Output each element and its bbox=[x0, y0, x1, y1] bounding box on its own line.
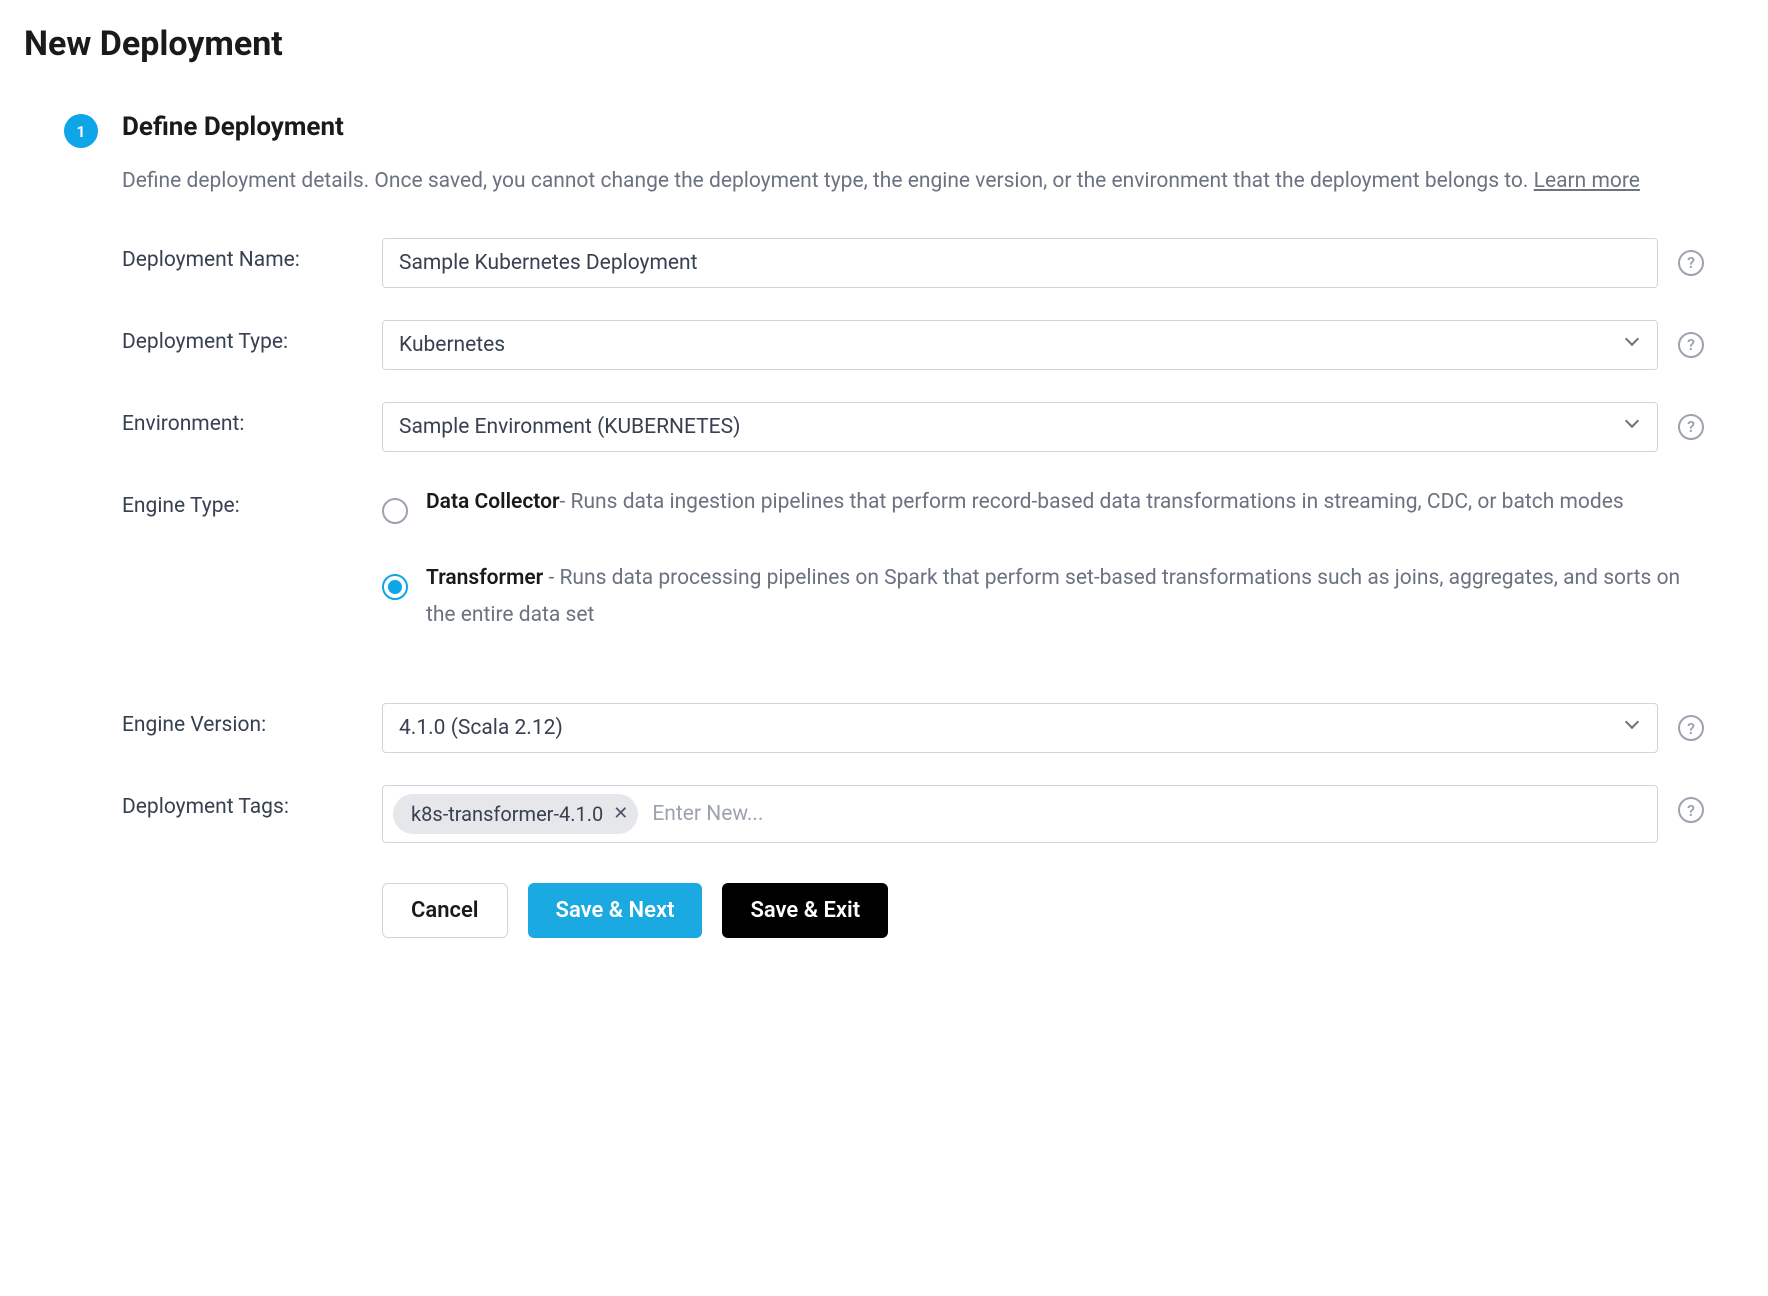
cancel-button[interactable]: Cancel bbox=[382, 883, 508, 938]
step-container: 1 Define Deployment Define deployment de… bbox=[24, 112, 1744, 938]
chevron-down-icon bbox=[1627, 420, 1641, 434]
label-deployment-name: Deployment Name: bbox=[122, 238, 362, 272]
radio-desc: - Runs data processing pipelines on Spar… bbox=[426, 566, 1680, 628]
tag-label: k8s-transformer-4.1.0 bbox=[411, 802, 603, 826]
engine-version-select[interactable]: 4.1.0 (Scala 2.12) bbox=[382, 703, 1658, 753]
deployment-name-input[interactable] bbox=[382, 238, 1658, 288]
deployment-type-select[interactable]: Kubernetes bbox=[382, 320, 1658, 370]
tag-chip: k8s-transformer-4.1.0 ✕ bbox=[393, 794, 638, 834]
help-icon[interactable]: ? bbox=[1678, 250, 1704, 276]
radio-option-data-collector[interactable]: Data Collector- Runs data ingestion pipe… bbox=[382, 484, 1704, 524]
chevron-down-icon bbox=[1627, 721, 1641, 735]
label-engine-version: Engine Version: bbox=[122, 703, 362, 737]
label-deployment-tags: Deployment Tags: bbox=[122, 785, 362, 819]
radio-text: Transformer - Runs data processing pipel… bbox=[426, 560, 1704, 636]
step-title: Define Deployment bbox=[122, 112, 1704, 142]
row-deployment-type: Deployment Type: Kubernetes ? bbox=[122, 320, 1704, 370]
step-description-text: Define deployment details. Once saved, y… bbox=[122, 169, 1534, 193]
row-deployment-tags: Deployment Tags: k8s-transformer-4.1.0 ✕… bbox=[122, 785, 1704, 843]
engine-type-radio-group: Data Collector- Runs data ingestion pipe… bbox=[382, 484, 1704, 672]
radio-desc: - Runs data ingestion pipelines that per… bbox=[560, 490, 1624, 514]
close-icon[interactable]: ✕ bbox=[613, 805, 628, 823]
radio-option-transformer[interactable]: Transformer - Runs data processing pipel… bbox=[382, 560, 1704, 636]
page-title: New Deployment bbox=[24, 24, 1744, 64]
help-icon[interactable]: ? bbox=[1678, 715, 1704, 741]
label-engine-type: Engine Type: bbox=[122, 484, 362, 518]
environment-select[interactable]: Sample Environment (KUBERNETES) bbox=[382, 402, 1658, 452]
row-engine-type: Engine Type: Data Collector- Runs data i… bbox=[122, 484, 1704, 672]
help-icon[interactable]: ? bbox=[1678, 332, 1704, 358]
row-deployment-name: Deployment Name: ? bbox=[122, 238, 1704, 288]
tag-new-input[interactable] bbox=[648, 794, 1647, 834]
chevron-down-icon bbox=[1627, 338, 1641, 352]
form-area: Deployment Name: ? Deployment Type: Kube… bbox=[122, 238, 1704, 939]
radio-title: Data Collector bbox=[426, 490, 560, 514]
radio-circle[interactable] bbox=[382, 498, 408, 524]
step-content: Define Deployment Define deployment deta… bbox=[122, 112, 1744, 938]
radio-text: Data Collector- Runs data ingestion pipe… bbox=[426, 484, 1704, 522]
help-icon[interactable]: ? bbox=[1678, 797, 1704, 823]
radio-circle[interactable] bbox=[382, 574, 408, 600]
deployment-type-value: Kubernetes bbox=[399, 333, 1627, 357]
row-engine-version: Engine Version: 4.1.0 (Scala 2.12) ? bbox=[122, 703, 1704, 753]
engine-version-value: 4.1.0 (Scala 2.12) bbox=[399, 716, 1627, 740]
button-row: Cancel Save & Next Save & Exit bbox=[382, 883, 1704, 938]
learn-more-link[interactable]: Learn more bbox=[1534, 169, 1640, 193]
deployment-tags-input[interactable]: k8s-transformer-4.1.0 ✕ bbox=[382, 785, 1658, 843]
radio-title: Transformer bbox=[426, 566, 548, 590]
row-environment: Environment: Sample Environment (KUBERNE… bbox=[122, 402, 1704, 452]
step-number-badge: 1 bbox=[64, 114, 98, 148]
save-exit-button[interactable]: Save & Exit bbox=[722, 883, 888, 938]
label-environment: Environment: bbox=[122, 402, 362, 436]
help-icon[interactable]: ? bbox=[1678, 414, 1704, 440]
environment-value: Sample Environment (KUBERNETES) bbox=[399, 415, 1627, 439]
save-next-button[interactable]: Save & Next bbox=[528, 883, 703, 938]
step-description: Define deployment details. Once saved, y… bbox=[122, 166, 1704, 198]
label-deployment-type: Deployment Type: bbox=[122, 320, 362, 354]
